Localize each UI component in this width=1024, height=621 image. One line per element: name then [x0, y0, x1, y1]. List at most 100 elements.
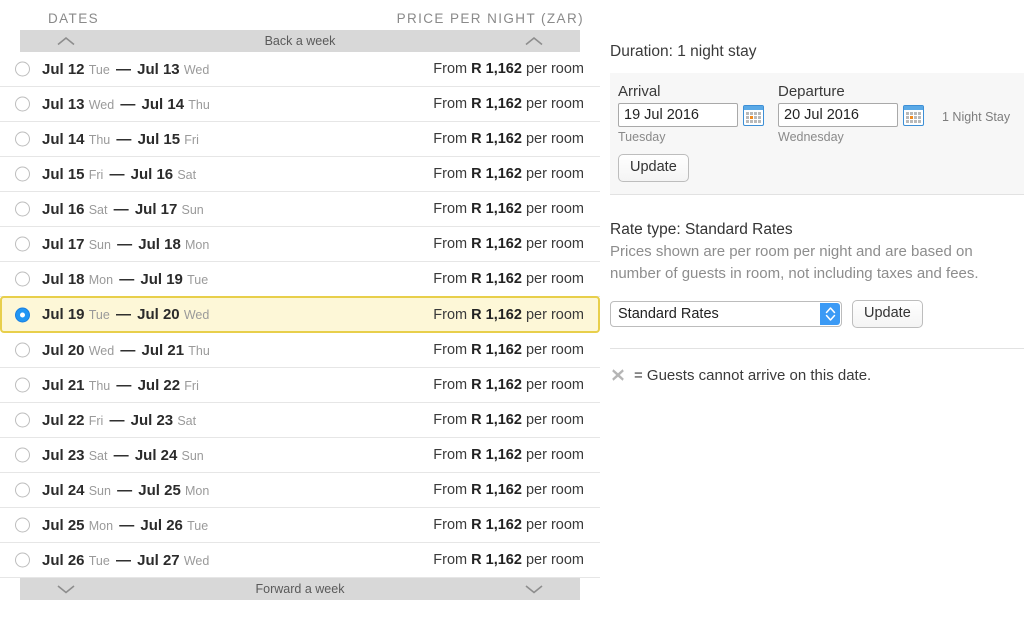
- date-radio[interactable]: [15, 96, 30, 112]
- date-radio[interactable]: [15, 201, 30, 217]
- update-dates-button[interactable]: Update: [618, 154, 689, 182]
- rate-type-block: Rate type: Standard Rates Prices shown a…: [610, 221, 1024, 328]
- price-cell: From R 1,162 per room: [433, 61, 584, 77]
- date-radio[interactable]: [15, 552, 30, 568]
- rate-type-select[interactable]: Standard Rates: [610, 300, 842, 327]
- table-row[interactable]: Jul 16 Sat — Jul 17 Sun From R 1,162 per …: [0, 192, 600, 227]
- start-date: Jul 20: [42, 341, 85, 359]
- price-prefix: From: [433, 271, 468, 287]
- rate-type-description: Prices shown are per room per night and …: [610, 242, 979, 283]
- booking-sidebar: Duration: 1 night stay Arrival Tuesday: [610, 0, 1024, 621]
- range-dash: —: [117, 235, 133, 253]
- calendar-icon[interactable]: [903, 104, 924, 126]
- table-row[interactable]: Jul 19 Tue — Jul 20 Wed From R 1,162 per …: [0, 296, 600, 333]
- end-day-of-week: Thu: [188, 343, 210, 358]
- table-row[interactable]: Jul 15 Fri — Jul 16 Sat From R 1,162 per …: [0, 157, 600, 192]
- update-rate-button[interactable]: Update: [852, 299, 923, 328]
- end-day-of-week: Sun: [181, 448, 204, 463]
- back-a-week-label: Back a week: [264, 34, 336, 48]
- date-radio[interactable]: [15, 482, 30, 498]
- price-amount: R 1,162: [471, 96, 522, 112]
- date-range-cell: Jul 19 Tue — Jul 20 Wed: [42, 306, 209, 323]
- table-row[interactable]: Jul 20 Wed — Jul 21 Thu From R 1,162 per …: [0, 333, 600, 368]
- price-suffix: per room: [525, 236, 584, 252]
- price-cell: From R 1,162 per room: [433, 412, 584, 428]
- price-prefix: From: [433, 236, 468, 252]
- arrival-field-group: Arrival Tuesday: [618, 83, 764, 144]
- end-date: Jul 20: [137, 306, 180, 323]
- table-row[interactable]: Jul 17 Sun — Jul 18 Mon From R 1,162 per …: [0, 227, 600, 262]
- end-date: Jul 19: [140, 270, 183, 288]
- price-suffix: per room: [525, 201, 584, 217]
- dates-column-header: DATES: [48, 11, 100, 26]
- table-row[interactable]: Jul 12 Tue — Jul 13 Wed From R 1,162 per …: [0, 52, 600, 87]
- departure-label: Departure: [778, 83, 845, 100]
- table-row[interactable]: Jul 26 Tue — Jul 27 Wed From R 1,162 per …: [0, 543, 600, 578]
- date-range-cell: Jul 22 Fri — Jul 23 Sat: [42, 412, 196, 429]
- date-radio[interactable]: [15, 61, 30, 77]
- date-range-cell: Jul 15 Fri — Jul 16 Sat: [42, 166, 196, 183]
- date-radio[interactable]: [15, 412, 30, 428]
- price-amount: R 1,162: [471, 166, 522, 182]
- nights-summary: 1 Night Stay: [942, 110, 1011, 124]
- price-suffix: per room: [525, 271, 584, 287]
- start-day-of-week: Sun: [88, 237, 111, 252]
- end-day-of-week: Wed: [183, 62, 210, 77]
- end-day-of-week: Mon: [185, 483, 210, 498]
- back-a-week-button[interactable]: Back a week: [20, 30, 580, 52]
- table-row[interactable]: Jul 22 Fri — Jul 23 Sat From R 1,162 per …: [0, 403, 600, 438]
- start-date: Jul 13: [42, 95, 85, 113]
- date-radio[interactable]: [15, 131, 30, 147]
- date-selection-box: Arrival Tuesday Departure: [610, 73, 1024, 195]
- start-day-of-week: Tue: [88, 308, 110, 322]
- price-cell: From R 1,162 per room: [433, 166, 584, 182]
- price-prefix: From: [433, 552, 468, 568]
- price-prefix: From: [433, 377, 468, 393]
- price-prefix: From: [433, 201, 468, 217]
- table-row[interactable]: Jul 21 Thu — Jul 22 Fri From R 1,162 per …: [0, 368, 600, 403]
- table-row[interactable]: Jul 18 Mon — Jul 19 Tue From R 1,162 per …: [0, 262, 600, 297]
- arrival-date-input[interactable]: [618, 103, 738, 127]
- start-date: Jul 14: [42, 130, 85, 148]
- date-range-cell: Jul 14 Thu — Jul 15 Fri: [42, 131, 199, 148]
- date-radio[interactable]: [15, 517, 30, 533]
- range-dash: —: [116, 130, 132, 148]
- price-cell: From R 1,162 per room: [433, 552, 584, 568]
- price-amount: R 1,162: [471, 412, 522, 428]
- rate-type-select-value: Standard Rates: [618, 305, 719, 322]
- list-column-headers: DATES PRICE PER NIGHT (ZAR): [0, 0, 600, 30]
- date-radio[interactable]: [15, 166, 30, 182]
- start-date: Jul 18: [42, 270, 85, 288]
- price-prefix: From: [433, 166, 468, 182]
- end-date: Jul 22: [137, 376, 181, 394]
- table-row[interactable]: Jul 23 Sat — Jul 24 Sun From R 1,162 per …: [0, 438, 600, 473]
- table-row[interactable]: Jul 13 Wed — Jul 14 Thu From R 1,162 per …: [0, 87, 600, 122]
- end-date: Jul 16: [130, 165, 174, 183]
- table-row[interactable]: Jul 25 Mon — Jul 26 Tue From R 1,162 per …: [0, 508, 600, 543]
- table-row[interactable]: Jul 14 Thu — Jul 15 Fri From R 1,162 per …: [0, 122, 600, 157]
- date-fields-row: Arrival Tuesday Departure: [618, 83, 1024, 144]
- departure-date-input[interactable]: [778, 103, 898, 127]
- forward-a-week-button[interactable]: Forward a week: [20, 578, 580, 600]
- start-day-of-week: Thu: [88, 378, 111, 393]
- price-suffix: per room: [525, 412, 584, 428]
- start-date: Jul 22: [42, 411, 85, 429]
- x-unavailable-icon: [610, 367, 626, 383]
- table-row[interactable]: Jul 24 Sun — Jul 25 Mon From R 1,162 per …: [0, 473, 600, 508]
- date-radio[interactable]: [15, 342, 30, 358]
- date-radio[interactable]: [15, 236, 30, 252]
- price-cell: From R 1,162 per room: [433, 201, 584, 217]
- price-prefix: From: [433, 61, 468, 77]
- end-date: Jul 18: [138, 235, 181, 253]
- date-range-cell: Jul 17 Sun — Jul 18 Mon: [42, 236, 209, 253]
- rate-controls-row: Standard Rates Update: [610, 299, 1024, 328]
- start-date: Jul 21: [42, 376, 85, 394]
- end-day-of-week: Tue: [187, 272, 209, 287]
- date-radio[interactable]: [15, 377, 30, 393]
- date-radio[interactable]: [15, 447, 30, 463]
- calendar-icon[interactable]: [743, 104, 764, 126]
- price-amount: R 1,162: [471, 131, 522, 147]
- date-radio[interactable]: [15, 307, 30, 322]
- date-radio[interactable]: [15, 271, 30, 287]
- departure-day-of-week: Wednesday: [778, 130, 844, 144]
